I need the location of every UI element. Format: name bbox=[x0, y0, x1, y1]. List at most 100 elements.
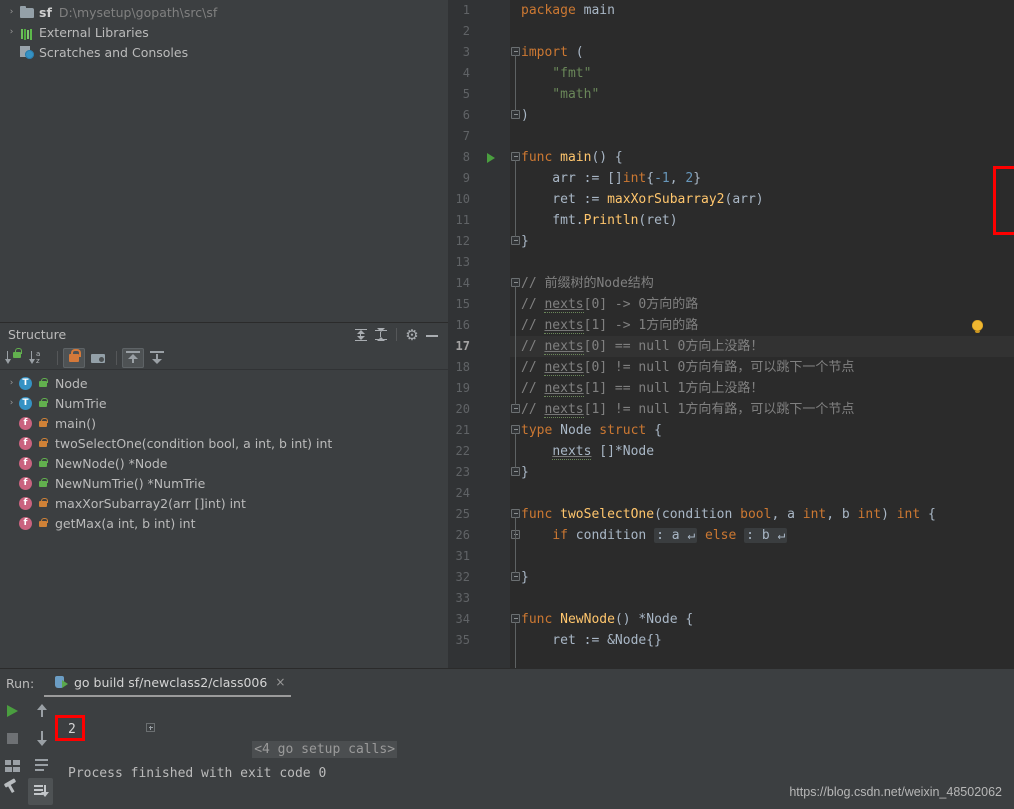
ide-window: › sf D:\mysetup\gopath\src\sf › External… bbox=[0, 0, 1014, 809]
close-icon[interactable]: × bbox=[275, 676, 285, 688]
code-line-6: ) bbox=[521, 108, 529, 123]
code-line-19: // nexts[1] == null 1方向上没路！ bbox=[521, 381, 764, 397]
sort-alphabetically-button[interactable]: az bbox=[28, 348, 50, 368]
expand-arrow-icon[interactable]: › bbox=[4, 393, 19, 413]
line-number: 20 bbox=[455, 402, 470, 416]
line-number: 25 bbox=[455, 507, 470, 521]
show-non-public-button[interactable] bbox=[63, 347, 85, 368]
structure-item-main[interactable]: f main() bbox=[0, 413, 448, 433]
scroll-from-source-button[interactable] bbox=[122, 347, 144, 368]
line-number: 14 bbox=[455, 276, 470, 290]
soft-wrap-button[interactable] bbox=[28, 751, 53, 778]
code-line-8: func main() { bbox=[521, 150, 623, 165]
structure-panel: Structure az bbox=[0, 322, 448, 668]
code-line-16: // nexts[1] -> 1方向的路 bbox=[521, 318, 699, 334]
code-line-5: "math" bbox=[521, 87, 600, 102]
line-number: 6 bbox=[462, 108, 470, 122]
fold-region-line bbox=[515, 286, 516, 404]
console-setup-calls[interactable]: <4 go setup calls> bbox=[68, 697, 398, 802]
sort-by-visibility-button[interactable] bbox=[4, 348, 26, 368]
line-number: 16 bbox=[455, 318, 470, 332]
expand-all-icon[interactable] bbox=[351, 325, 371, 345]
visibility-lock-icon bbox=[36, 436, 50, 450]
tree-label: External Libraries bbox=[39, 24, 149, 40]
left-tool-column: › sf D:\mysetup\gopath\src\sf › External… bbox=[0, 0, 448, 668]
code-text[interactable]: package main import ( "fmt" "math" ) fun… bbox=[521, 0, 1014, 668]
visibility-lock-icon bbox=[36, 456, 50, 470]
run-toolbar-secondary bbox=[28, 697, 56, 809]
group-by-file-button[interactable] bbox=[87, 348, 109, 368]
visibility-lock-icon bbox=[36, 396, 50, 410]
line-number: 19 bbox=[455, 381, 470, 395]
structure-list[interactable]: › T Node › T NumTrie f main() f twoSelec… bbox=[0, 370, 448, 533]
structure-item-label: getMax(a int, b int) int bbox=[55, 515, 196, 531]
line-number: 8 bbox=[462, 150, 470, 164]
scroll-to-source-button[interactable] bbox=[146, 348, 168, 368]
divider bbox=[116, 350, 117, 365]
code-editor[interactable]: 1 2 3 4 5 6 7 8 9 10 11 12 13 14 15 16 1… bbox=[448, 0, 1014, 668]
code-line-12: } bbox=[521, 234, 529, 249]
line-number: 2 bbox=[462, 24, 470, 38]
code-line-21: type Node struct { bbox=[521, 423, 662, 438]
function-badge-icon: f bbox=[19, 416, 32, 430]
stop-button[interactable] bbox=[0, 724, 25, 751]
structure-item-numtrie[interactable]: › T NumTrie bbox=[0, 393, 448, 413]
structure-item-getmax[interactable]: f getMax(a int, b int) int bbox=[0, 513, 448, 533]
structure-item-maxxorsubarray2[interactable]: f maxXorSubarray2(arr []int) int bbox=[0, 493, 448, 513]
run-tab-label: go build sf/newclass2/class006 bbox=[74, 674, 268, 690]
tree-row-external-libraries[interactable]: › External Libraries bbox=[0, 22, 448, 42]
watermark-url: https://blog.csdn.net/weixin_48502062 bbox=[789, 785, 1002, 799]
down-the-stack-trace-button[interactable] bbox=[28, 724, 53, 751]
run-gutter-icon[interactable] bbox=[486, 147, 498, 168]
pin-icon[interactable] bbox=[0, 778, 25, 805]
code-line-15: // nexts[0] -> 0方向的路 bbox=[521, 297, 699, 313]
expand-arrow-icon[interactable]: › bbox=[4, 2, 19, 22]
code-line-3: import ( bbox=[521, 45, 584, 60]
editor-gutter[interactable]: 1 2 3 4 5 6 7 8 9 10 11 12 13 14 15 16 1… bbox=[448, 0, 510, 668]
layout-button[interactable] bbox=[0, 751, 25, 778]
gear-icon[interactable] bbox=[402, 325, 422, 345]
line-number: 11 bbox=[455, 213, 470, 227]
code-line-4: "fmt" bbox=[521, 66, 592, 81]
tree-row-sf[interactable]: › sf D:\mysetup\gopath\src\sf bbox=[0, 2, 448, 22]
code-line-20: // nexts[1] != null 1方向有路，可以跳下一个节点 bbox=[521, 402, 855, 418]
expand-arrow-icon[interactable]: › bbox=[4, 22, 19, 42]
code-line-11: fmt.Println(ret) bbox=[521, 213, 678, 228]
tree-label: Scratches and Consoles bbox=[39, 44, 189, 60]
fold-region-line bbox=[515, 160, 516, 236]
console-program-output: 2 bbox=[68, 722, 76, 737]
function-badge-icon: f bbox=[19, 496, 32, 510]
fold-region-line bbox=[515, 433, 516, 467]
visibility-lock-icon bbox=[36, 516, 50, 530]
function-badge-icon: f bbox=[19, 516, 32, 530]
line-number: 15 bbox=[455, 297, 470, 311]
structure-title: Structure bbox=[8, 327, 67, 342]
line-number: 18 bbox=[455, 360, 470, 374]
function-badge-icon: f bbox=[19, 436, 32, 450]
structure-item-label: NewNode() *Node bbox=[55, 455, 168, 471]
visibility-lock-icon bbox=[36, 376, 50, 390]
minimize-icon[interactable] bbox=[422, 325, 442, 345]
structure-item-newnode[interactable]: f NewNode() *Node bbox=[0, 453, 448, 473]
expand-arrow-icon[interactable]: › bbox=[4, 373, 19, 393]
code-line-9: arr := []int{-1, 2} bbox=[521, 171, 702, 186]
line-number: 12 bbox=[455, 234, 470, 248]
collapse-all-icon[interactable] bbox=[371, 325, 391, 345]
code-line-32: } bbox=[521, 570, 529, 585]
run-config-icon bbox=[54, 675, 68, 689]
up-the-stack-trace-button[interactable] bbox=[28, 697, 53, 724]
run-tab[interactable]: go build sf/newclass2/class006 × bbox=[44, 669, 292, 697]
run-tool-window: Run: go build sf/newclass2/class006 × <4… bbox=[0, 668, 1014, 809]
structure-item-twoselectone[interactable]: f twoSelectOne(condition bool, a int, b … bbox=[0, 433, 448, 453]
scroll-to-end-button[interactable] bbox=[28, 778, 53, 805]
code-line-23: } bbox=[521, 465, 529, 480]
structure-item-label: twoSelectOne(condition bool, a int, b in… bbox=[55, 435, 333, 451]
tree-row-scratches[interactable]: Scratches and Consoles bbox=[0, 42, 448, 62]
structure-item-newnumtrie[interactable]: f NewNumTrie() *NumTrie bbox=[0, 473, 448, 493]
visibility-lock-icon bbox=[36, 416, 50, 430]
structure-item-node[interactable]: › T Node bbox=[0, 373, 448, 393]
rerun-button[interactable] bbox=[0, 697, 25, 724]
line-number: 1 bbox=[462, 3, 470, 17]
line-number-current: 17 bbox=[455, 339, 470, 353]
project-tree[interactable]: › sf D:\mysetup\gopath\src\sf › External… bbox=[0, 0, 448, 62]
